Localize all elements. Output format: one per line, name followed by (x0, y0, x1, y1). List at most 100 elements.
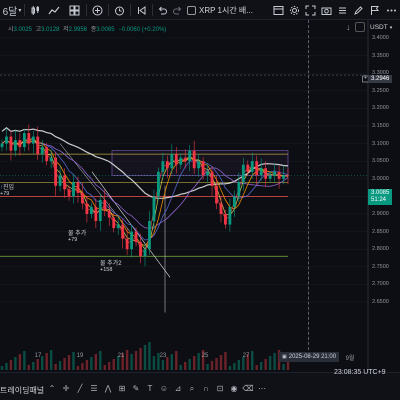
zoom-icon[interactable]: ⌕ (186, 383, 198, 395)
undo-button[interactable] (156, 0, 169, 20)
price-tick: 2.6500 (372, 299, 389, 305)
candle-body (5, 136, 8, 144)
volume-bar (152, 356, 156, 370)
pattern-icon[interactable]: ⋀ (102, 383, 114, 395)
candle-body (76, 182, 80, 193)
camera-icon (321, 7, 332, 15)
trash-icon[interactable]: ⌫ (242, 383, 254, 395)
candle-body (228, 206, 232, 225)
volume-bar (286, 361, 290, 370)
candles-button[interactable] (27, 0, 43, 20)
candle-body (107, 210, 111, 218)
pencil-icon (354, 5, 363, 15)
add1-value: +79 (68, 237, 78, 243)
projection-icon[interactable]: ⊞ (116, 383, 128, 395)
candle-body (188, 150, 192, 162)
high-value: 3.0128 (41, 27, 60, 33)
brush-icon[interactable]: ✎ (130, 383, 142, 395)
more-tools-icon[interactable]: ⋯ (256, 383, 268, 395)
change-value: −0.0060 (+0.20%) (118, 27, 167, 33)
icons-icon[interactable]: ☺ (158, 383, 170, 395)
currency-label: USDT (370, 24, 388, 31)
volume-bar (103, 365, 106, 370)
chart-area[interactable] (0, 20, 400, 372)
text-icon[interactable]: T (144, 383, 156, 395)
candle-body (89, 206, 93, 214)
drawing-toolbar: ⌃ ✛ ╱ ☰ ⋀ ⊞ ✎ T ☺ ⊿ ⌕ ∩ ⊡ ◉ ⌫ ⋯ (46, 381, 268, 396)
measure-icon[interactable]: ⊿ (172, 383, 184, 395)
volume-bar (32, 362, 35, 370)
candle-body (134, 231, 138, 243)
indicators-button[interactable] (46, 0, 62, 20)
chevron-up-icon[interactable]: ⌃ (46, 383, 58, 395)
price-tick: 3.1000 (372, 140, 389, 147)
gear-icon (290, 5, 299, 15)
volume-bar (268, 356, 272, 370)
divider (24, 4, 25, 16)
volume-bar (0, 366, 4, 370)
trading-panel-label: 트레이딩패널 (0, 386, 45, 395)
candle-body (277, 171, 281, 179)
more-button[interactable] (385, 0, 398, 20)
volume-bar (130, 354, 133, 370)
candle-body (45, 147, 49, 162)
fullscreen-button[interactable] (304, 0, 317, 20)
candle-body (219, 203, 223, 214)
close-value: 3.0085 (96, 27, 115, 33)
trading-panel-tab[interactable]: 트레이딩패널 (0, 385, 44, 396)
candle-body (152, 196, 156, 222)
alarm-clock-icon (114, 6, 124, 15)
candle-body (246, 164, 250, 172)
calendar-icon: ▣ (282, 354, 287, 360)
volume-bar (219, 355, 223, 370)
divider (130, 4, 131, 16)
layout-button[interactable] (272, 0, 285, 20)
price-tick: 2.8000 (372, 246, 389, 253)
volume-bar (36, 359, 39, 370)
interval-selector[interactable]: 6달 ▾ (2, 0, 22, 20)
currency-selector[interactable]: USDT ▾ (370, 24, 392, 31)
trendline-icon[interactable]: ╱ (74, 383, 86, 395)
add1-annotation[interactable]: 물 추가 +79 (68, 228, 86, 243)
volume-bar (72, 352, 75, 370)
price-chart[interactable] (0, 20, 400, 372)
fib-icon[interactable]: ☰ (88, 383, 100, 395)
settings-button[interactable] (288, 0, 301, 20)
volume-bar (197, 353, 200, 370)
volume-bar (282, 364, 285, 370)
replay-button[interactable] (134, 0, 148, 20)
candle-body (241, 164, 245, 183)
symbol-selector[interactable]: XRP 1시간 배... (187, 3, 269, 17)
redo-button[interactable] (171, 0, 184, 20)
entry-annotation[interactable]: ↑진입 +79 (0, 182, 14, 197)
candle-body (210, 171, 214, 186)
layout-icon (273, 5, 284, 15)
volume-bar (188, 359, 191, 370)
candle-body (130, 231, 133, 250)
add-indicator-button[interactable] (90, 0, 104, 20)
alert-button[interactable] (112, 0, 126, 20)
add2-annotation[interactable]: 물 추가2 +158 (100, 258, 122, 273)
snapshot-button[interactable] (320, 0, 333, 20)
templates-button[interactable] (66, 0, 82, 20)
volume-bar (233, 363, 236, 370)
lock-icon[interactable]: ⊡ (214, 383, 226, 395)
square-icon[interactable] (355, 22, 365, 32)
utc-clock[interactable]: 23:08:35 UTC+9 (334, 369, 386, 376)
add-circle-icon (92, 5, 102, 15)
candle-body (112, 217, 116, 229)
hotlist-button[interactable] (336, 0, 349, 20)
candles-icon (31, 5, 39, 15)
magnet-icon[interactable]: ∩ (200, 383, 212, 395)
price-tick: 3.0500 (372, 158, 389, 165)
candle-body (63, 175, 66, 190)
top-toolbar: 6달 ▾ XRP 1시간 배... (0, 0, 400, 20)
candle-body (192, 150, 196, 169)
publish-button[interactable] (352, 0, 365, 20)
eye-icon[interactable]: ◉ (228, 383, 240, 395)
volume-bar (18, 354, 22, 370)
cursor-icon[interactable]: ✛ (60, 383, 72, 395)
volume-bar (63, 358, 66, 370)
volume-bar (175, 351, 178, 370)
ideas-button[interactable] (368, 0, 381, 20)
